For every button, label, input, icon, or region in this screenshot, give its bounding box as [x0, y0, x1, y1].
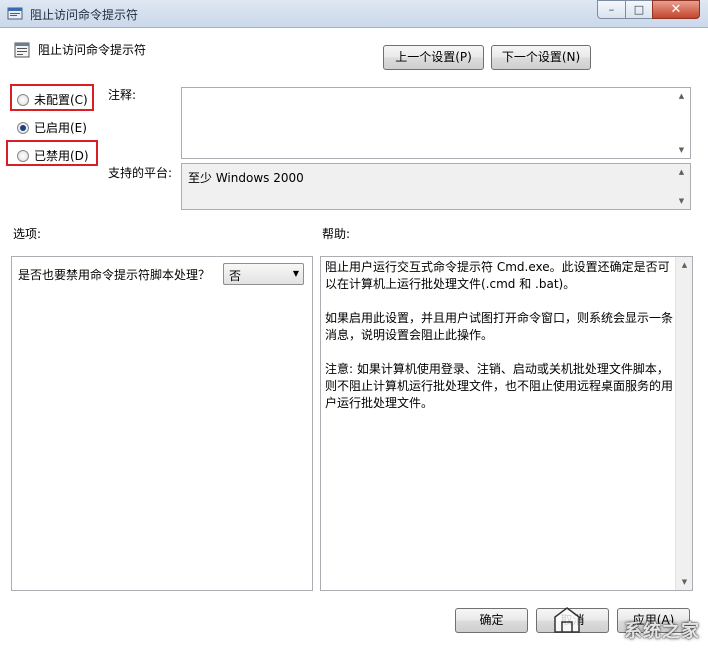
help-paragraph: 阻止用户运行交互式命令提示符 Cmd.exe。此设置还确定是否可以在计算机上运行…	[325, 260, 670, 291]
minimize-icon: –	[608, 3, 615, 16]
next-setting-button[interactable]: 下一个设置(N)	[491, 45, 591, 70]
help-label: 帮助:	[322, 227, 351, 241]
radio-button[interactable]	[17, 149, 29, 162]
radio-button[interactable]	[17, 93, 29, 106]
radio-label: 未配置(C)	[34, 93, 88, 107]
help-text: 阻止用户运行交互式命令提示符 Cmd.exe。此设置还确定是否可以在计算机上运行…	[325, 259, 673, 429]
scroll-up-icon[interactable]: ▲	[673, 88, 690, 104]
radio-button-checked[interactable]	[17, 121, 29, 134]
scroll-down-icon[interactable]: ▼	[673, 193, 690, 209]
platform-label: 支持的平台:	[108, 166, 173, 180]
close-icon: ✕	[670, 2, 682, 17]
policy-setting-icon	[14, 42, 30, 58]
options-label: 选项:	[13, 227, 42, 241]
watermark-text: 系统之家	[624, 621, 700, 642]
watermark-logo-icon	[554, 607, 580, 633]
policy-app-icon	[7, 7, 23, 20]
ok-button[interactable]: 确定	[455, 608, 528, 633]
chevron-down-icon: ▼	[292, 269, 299, 278]
comment-scrollbar[interactable]: ▲ ▼	[673, 88, 690, 158]
previous-setting-button[interactable]: 上一个设置(P)	[383, 45, 484, 70]
close-button[interactable]: ✕	[652, 0, 700, 19]
disable-scripts-dropdown[interactable]: 否 ▼	[223, 263, 304, 285]
comment-textarea[interactable]: ▲ ▼	[181, 87, 691, 159]
maximize-button[interactable]: □	[625, 0, 653, 19]
options-pane: 是否也要禁用命令提示符脚本处理？ 否 ▼	[11, 256, 313, 591]
help-paragraph: 注意: 如果计算机使用登录、注销、启动或关机批处理文件脚本，则不阻止计算机运行批…	[325, 362, 674, 410]
radio-enabled[interactable]: 已启用(E)	[17, 119, 87, 136]
dropdown-value: 否	[229, 269, 242, 283]
scroll-down-icon[interactable]: ▼	[673, 142, 690, 158]
radio-not-configured[interactable]: 未配置(C)	[17, 91, 88, 108]
radio-disabled[interactable]: 已禁用(D)	[17, 147, 89, 164]
radio-label: 已启用(E)	[34, 121, 87, 135]
disable-scripts-question: 是否也要禁用命令提示符脚本处理？	[18, 268, 211, 282]
help-pane: 阻止用户运行交互式命令提示符 Cmd.exe。此设置还确定是否可以在计算机上运行…	[320, 256, 693, 591]
platform-scrollbar[interactable]: ▲ ▼	[673, 164, 690, 209]
platform-field: 至少 Windows 2000 ▲ ▼	[181, 163, 691, 210]
maximize-icon: □	[633, 3, 645, 16]
policy-title: 阻止访问命令提示符	[38, 43, 147, 57]
scroll-up-icon[interactable]: ▲	[676, 257, 693, 273]
scroll-up-icon[interactable]: ▲	[673, 164, 690, 180]
help-paragraph: 如果启用此设置，并且用户试图打开命令窗口，则系统会显示一条消息，说明设置会阻止此…	[325, 311, 674, 342]
comment-label: 注释:	[108, 88, 137, 102]
help-scrollbar[interactable]: ▲ ▼	[675, 257, 692, 590]
radio-label: 已禁用(D)	[34, 149, 89, 163]
window-title: 阻止访问命令提示符	[30, 8, 139, 22]
platform-value: 至少 Windows 2000	[188, 171, 304, 185]
scroll-down-icon[interactable]: ▼	[676, 574, 693, 590]
title-bar: 阻止访问命令提示符 – □ ✕	[0, 0, 708, 28]
minimize-button[interactable]: –	[597, 0, 626, 19]
